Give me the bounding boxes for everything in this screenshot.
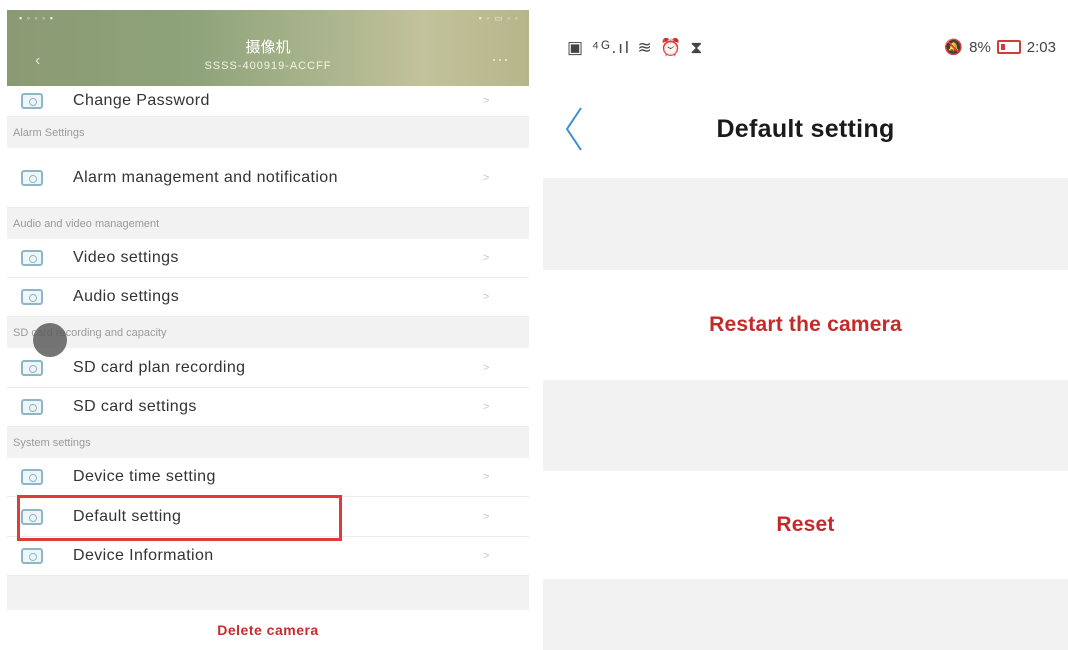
mute-icon: 🔕 — [944, 39, 964, 56]
info-icon — [21, 548, 43, 564]
menu-item-label: Device time setting — [73, 468, 216, 485]
lock-icon — [21, 93, 43, 109]
menu-item-sd-plan-recording[interactable]: SD card plan recording > — [7, 348, 529, 388]
section-sd-card: SD card recording and capacity — [13, 327, 167, 339]
status-bar: ▣ ⁴ᴳ.ıl ≋ ⏰ ⧗ 🔕 8% 2:03 — [543, 0, 1068, 80]
menu-item-label: SD card plan recording — [73, 358, 246, 376]
chevron-right-icon: > — [483, 95, 490, 107]
chevron-right-icon: > — [483, 550, 490, 562]
menu-item-label: Device Information — [73, 547, 214, 564]
left-screen: ▪ ◦ ◦ ◦ ▪ ▪ ◦ ▭ ◦ ◦ ‹ 摄像机 SSSS-400919-AC… — [7, 10, 529, 650]
camera-id: SSSS-400919-ACCFF — [204, 60, 332, 72]
highlight-box — [17, 495, 342, 541]
menu-item-label: SD card settings — [73, 398, 197, 415]
touch-indicator — [33, 323, 67, 357]
menu-item-alarm-management[interactable]: Alarm management and notification > — [7, 148, 529, 208]
section-audio-video: Audio and video management — [13, 218, 160, 230]
status-icons: ▪ ◦ ◦ ◦ ▪ — [19, 13, 54, 23]
sd-recording-icon — [21, 359, 43, 376]
chevron-right-icon: > — [483, 361, 490, 374]
battery-icon — [996, 40, 1021, 54]
nav-bar: Default setting — [543, 80, 1068, 178]
chevron-right-icon: > — [483, 291, 490, 303]
section-alarm-settings: Alarm Settings — [13, 127, 85, 139]
menu-item-label: Change Password — [73, 92, 210, 109]
battery-percent: 8% — [969, 38, 991, 56]
reset-button[interactable]: Reset — [543, 471, 1068, 579]
camera-title: 摄像机 — [245, 39, 291, 56]
audio-icon — [21, 289, 43, 305]
restart-camera-label: Restart the camera — [709, 313, 902, 336]
camera-header: ▪ ◦ ◦ ◦ ▪ ▪ ◦ ▭ ◦ ◦ ‹ 摄像机 SSSS-400919-AC… — [7, 10, 529, 86]
chevron-right-icon: > — [483, 401, 490, 413]
chevron-right-icon: > — [483, 510, 490, 523]
menu-item-device-time[interactable]: Device time setting > — [7, 458, 529, 497]
page-title: Default setting — [716, 114, 895, 143]
section-system-settings: System settings — [13, 437, 91, 449]
reset-label: Reset — [776, 513, 835, 536]
menu-item-change-password[interactable]: Change Password > — [7, 86, 529, 117]
status-icons: ▣ ⁴ᴳ.ıl ≋ ⏰ ⧗ — [567, 38, 705, 57]
status-time: 2:03 — [1026, 38, 1056, 56]
menu-item-label: Video settings — [73, 249, 179, 266]
menu-item-sd-settings[interactable]: SD card settings > — [7, 388, 529, 427]
chevron-right-icon: > — [483, 171, 490, 184]
alarm-icon — [21, 169, 43, 186]
status-right: ▪ ◦ ▭ ◦ ◦ — [478, 13, 519, 23]
sd-card-icon — [21, 399, 43, 415]
menu-item-video-settings[interactable]: Video settings > — [7, 239, 529, 278]
menu-item-audio-settings[interactable]: Audio settings > — [7, 278, 529, 317]
clock-icon — [21, 469, 43, 485]
chevron-right-icon: > — [483, 252, 490, 264]
delete-camera-label: Delete camera — [217, 622, 319, 638]
video-icon — [21, 250, 43, 266]
right-screen: ▣ ⁴ᴳ.ıl ≋ ⏰ ⧗ 🔕 8% 2:03 Default setting … — [543, 0, 1068, 650]
more-icon[interactable]: ⋯ — [491, 50, 509, 71]
chevron-right-icon: > — [483, 471, 490, 483]
status-bar-left-screen: ▪ ◦ ◦ ◦ ▪ ▪ ◦ ▭ ◦ ◦ — [7, 10, 529, 28]
status-right: 🔕 8% 2:03 — [944, 38, 1056, 57]
menu-item-device-information[interactable]: Device Information > — [7, 537, 529, 576]
menu-item-label: Audio settings — [73, 288, 180, 305]
delete-camera-button[interactable]: Delete camera — [7, 610, 529, 650]
restart-camera-button[interactable]: Restart the camera — [543, 270, 1068, 380]
menu-item-label: Alarm management and notification — [73, 169, 338, 186]
